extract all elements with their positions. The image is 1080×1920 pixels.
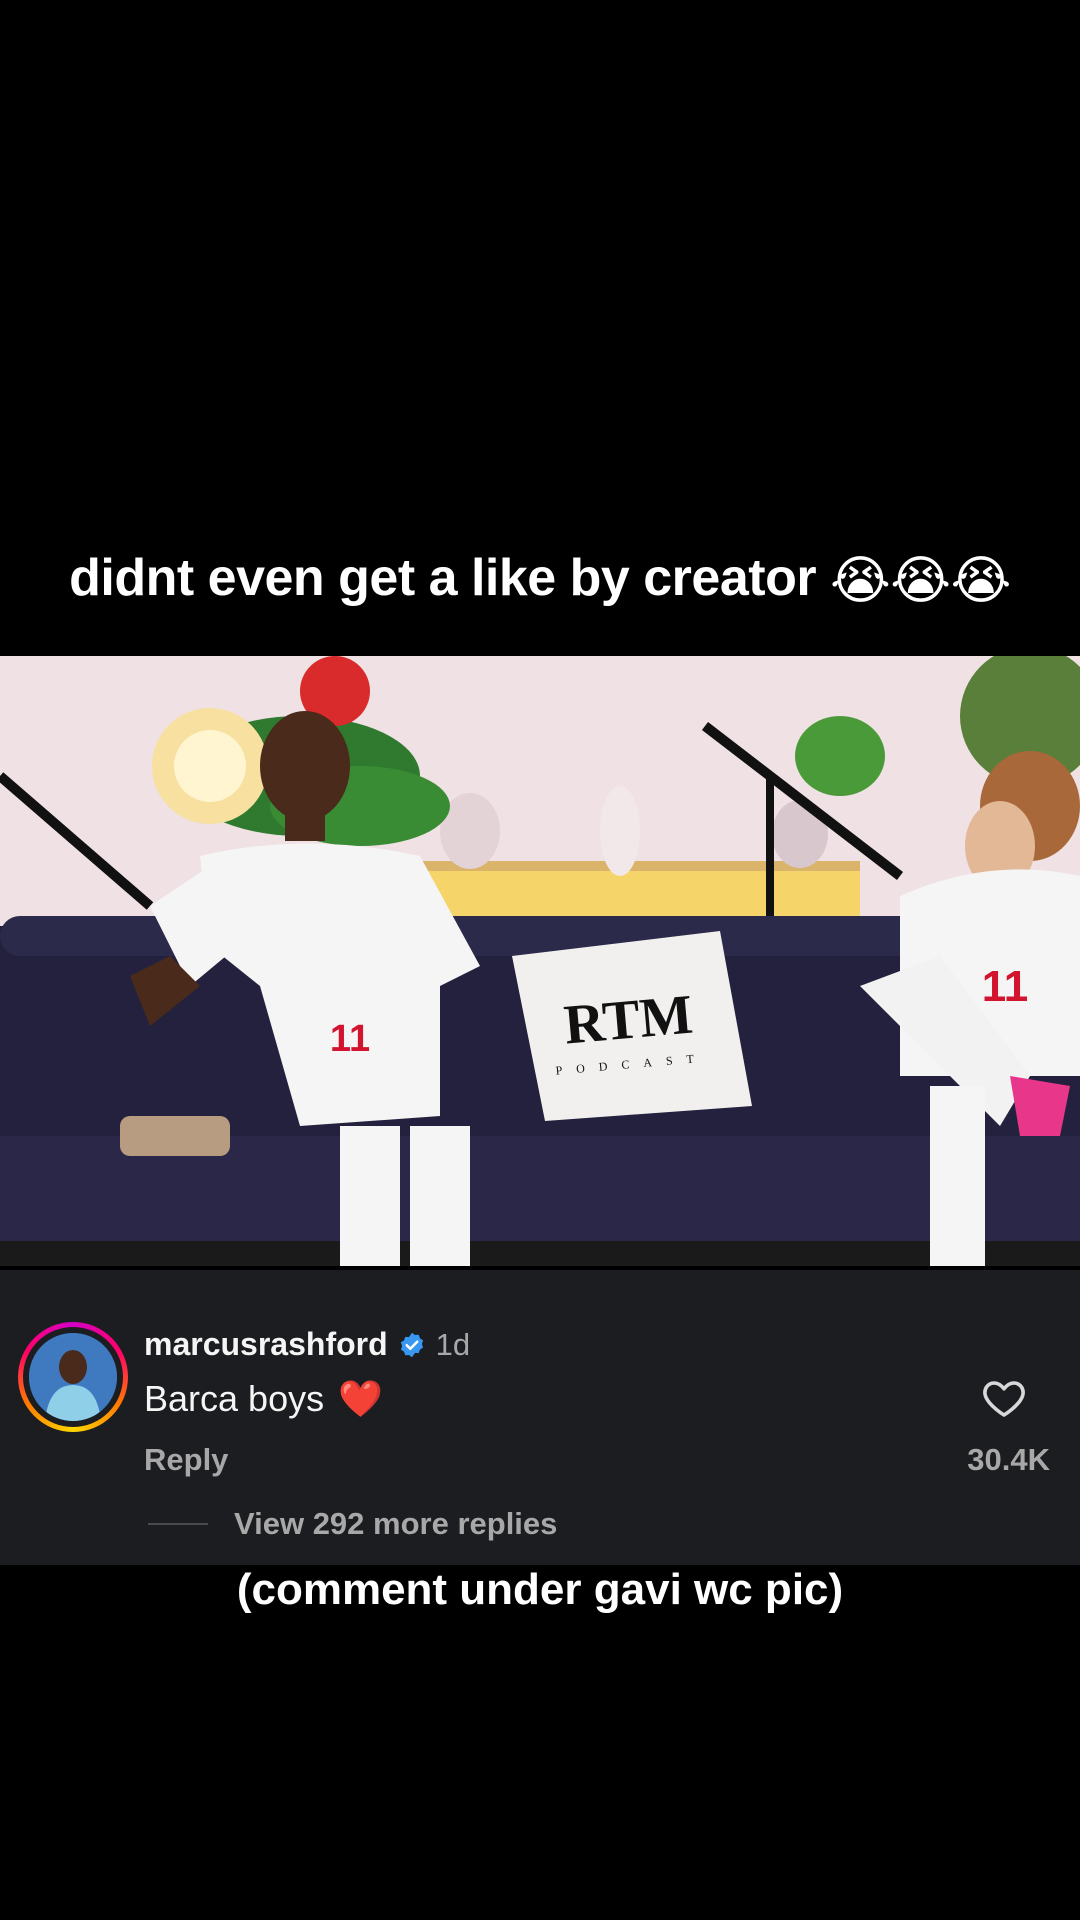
rtm-pillow: RTM PODCAST	[512, 931, 752, 1121]
bottom-caption: (comment under gavi wc pic)	[236, 1565, 844, 1614]
pillow-text: RTM	[562, 984, 696, 1057]
comment-text: Barca boys ❤️	[144, 1378, 383, 1420]
crying-emoji-2: 😭	[890, 552, 951, 611]
crying-emoji-1: 😭	[830, 552, 891, 611]
podcast-photo: RTM PODCAST 11 11	[0, 656, 1080, 1266]
crying-emoji-3: 😭	[950, 552, 1012, 611]
top-caption: didnt even get a like by creator 😭😭😭	[0, 548, 1080, 611]
comment-body: Barca boys	[144, 1378, 325, 1419]
verified-badge-icon	[400, 1332, 423, 1357]
comment-header: marcusrashford 1d	[144, 1326, 470, 1363]
red-heart-emoji: ❤️	[338, 1378, 383, 1419]
story-ring[interactable]	[18, 1322, 128, 1432]
comment-panel: marcusrashford 1d Barca boys ❤️ Reply 30…	[0, 1270, 1080, 1565]
heart-outline-icon[interactable]	[980, 1374, 1028, 1422]
username[interactable]: marcusrashford	[144, 1326, 388, 1363]
player-left-number: 11	[330, 1018, 370, 1060]
top-caption-text: didnt even get a like by creator	[69, 549, 817, 607]
avatar[interactable]	[29, 1333, 117, 1421]
avatar-image	[29, 1333, 117, 1421]
reply-button[interactable]: Reply	[144, 1442, 228, 1478]
view-replies-button[interactable]: View 292 more replies	[234, 1506, 557, 1542]
replies-divider	[148, 1523, 208, 1525]
like-count: 30.4K	[967, 1442, 1050, 1477]
player-right-number: 11	[982, 962, 1029, 1011]
comment-time: 1d	[435, 1326, 471, 1362]
podcast-scene: RTM PODCAST 11 11	[0, 656, 1080, 1266]
